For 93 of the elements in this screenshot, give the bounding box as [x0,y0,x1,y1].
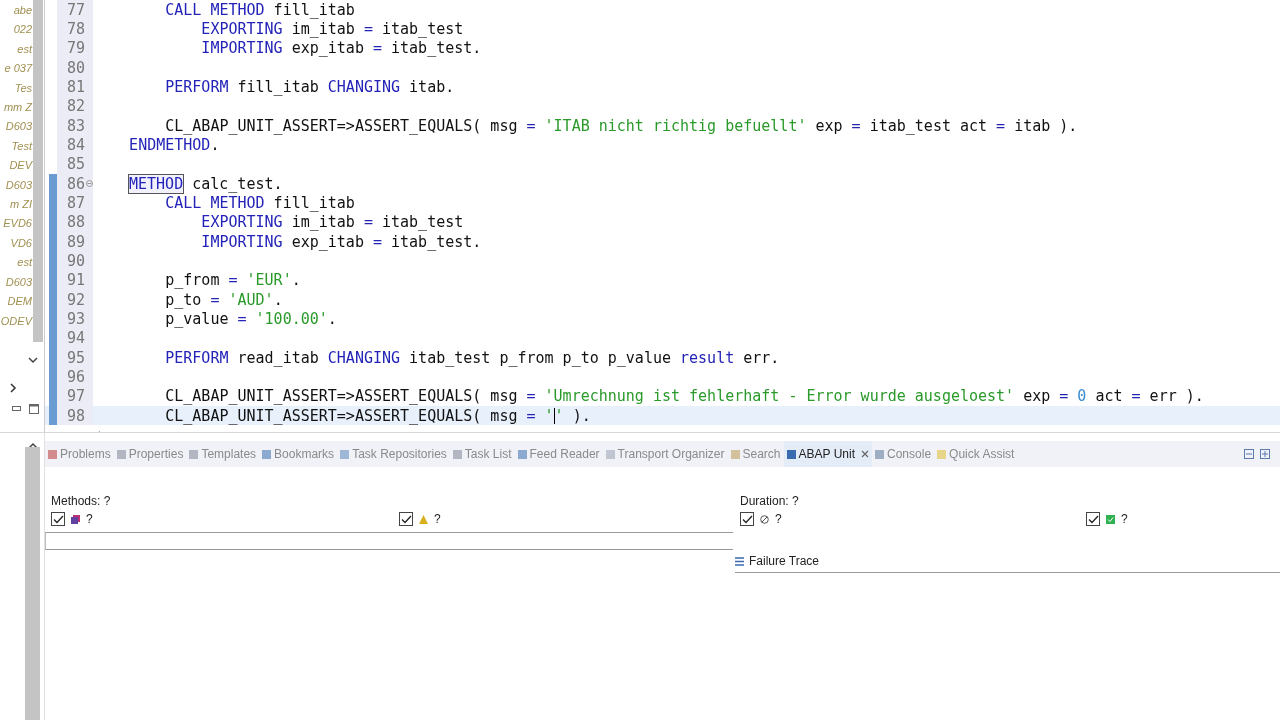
tree-item[interactable]: DEV [9,156,33,176]
line-number: 96 [66,367,85,386]
error-icon [71,514,80,524]
tree-item[interactable]: 022 [13,20,33,40]
count-text: ? [86,512,93,526]
warning-icon [419,514,428,524]
line-number: 89 [66,232,85,251]
chevron-down-icon[interactable] [28,356,38,364]
count-text: ? [775,512,782,526]
checkbox[interactable] [399,512,413,526]
tree-item[interactable]: D603 [5,272,33,293]
code-line: p_to = 'AUD'. [164,290,283,309]
view-tab[interactable]: Feed Reader [514,441,603,467]
view-tab[interactable]: Console [872,441,935,467]
maximize-icon[interactable] [1260,449,1270,459]
tree-item[interactable]: DEM [7,292,33,312]
code-line: ENDMETHOD. [128,135,220,154]
code-line: EXPORTING im_itab = itab_test [200,213,464,232]
line-number: 82 [66,97,85,116]
code-line: IMPORTING exp_itab = itab_test. [200,39,482,58]
line-number: 79 [66,39,85,58]
view-tab[interactable]: Transport Organizer [602,441,728,467]
line-number: 87 [66,193,85,212]
line-number: 80 [66,58,85,77]
checkbox[interactable] [1086,512,1100,526]
line-number: 98 [66,406,85,425]
view-tab[interactable]: Properties [113,441,187,467]
line-number: 91 [66,271,85,290]
line-number: 97 [66,387,85,406]
line-number: 83 [66,116,85,135]
line-number: 93 [66,309,85,328]
line-number: 86 [66,174,85,193]
code-line: IMPORTING exp_itab = itab_test. [200,232,482,251]
line-number: 90 [66,251,85,270]
code-line: CL_ABAP_UNIT_ASSERT=>ASSERT_EQUALS( msg = '' ). [164,406,591,425]
code-line: PERFORM fill_itab CHANGING itab. [164,77,455,96]
minimize-icon[interactable] [1244,449,1254,459]
checkbox[interactable] [740,512,754,526]
chevron-right-icon[interactable] [10,383,17,393]
code-line: METHOD calc_test. [128,174,283,193]
line-number: 95 [66,348,85,367]
view-tab[interactable]: Templates [186,441,260,467]
close-icon[interactable] [861,450,870,458]
code-line: EXPORTING im_itab = itab_test [200,20,464,38]
tree-item[interactable]: m ZI [10,195,33,215]
blocked-icon [760,514,769,524]
code-line: CL_ABAP_UNIT_ASSERT=>ASSERT_EQUALS( msg = 'Umrechnung ist fehlerhaft - Error wurde ausgeloest' exp = 0 act = err ). [164,387,1204,406]
methods-label: Methods: ? [51,494,112,508]
tree-item[interactable]: EVD6 [3,214,33,234]
tree-item[interactable]: ODEV [0,311,33,331]
count-text: ? [434,512,441,526]
line-number: 92 [66,290,85,309]
tree-item[interactable]: Test [11,136,33,157]
code-line: CL_ABAP_UNIT_ASSERT=>ASSERT_EQUALS( msg = 'ITAB nicht richtig befuellt' exp = itab_test act = itab ). [164,116,1078,135]
view-tab[interactable]: Bookmarks [259,441,338,467]
view-tab[interactable]: ABAP Unit [783,441,873,467]
scrollbar[interactable] [25,447,40,720]
tree-item[interactable]: D603 [5,117,33,137]
view-tab[interactable]: Problems [45,441,114,467]
tree-item[interactable]: e 037 [4,59,33,79]
code-line: PERFORM read_itab CHANGING itab_test p_from p_to p_value result err. [164,348,780,367]
view-tab[interactable]: Search [727,441,784,467]
code-line: CALL METHOD fill_itab [164,0,355,19]
line-number: 94 [66,329,85,348]
duration-label: Duration: ? [740,494,800,508]
view-tab[interactable]: Task List [449,441,515,467]
tree-item[interactable]: mm Z [3,98,33,118]
code-line: p_value = '100.00'. [164,309,337,328]
view-tab[interactable]: Quick Assist [934,441,1018,467]
line-number: 81 [66,77,85,96]
scrollbar[interactable] [33,0,43,342]
minimize-icon[interactable] [12,406,21,412]
code-line: CALL METHOD fill_itab [164,193,355,212]
view-tab[interactable]: Task Repositories [337,441,450,467]
failure-trace-title: Failure Trace [749,554,820,568]
success-icon [1106,514,1115,524]
tree-item[interactable]: VD6 [10,233,33,254]
code-line: p_from = 'EUR'. [164,271,301,290]
tree-item[interactable]: abe [13,1,33,21]
maximize-icon[interactable] [29,404,39,414]
tree-item[interactable]: Tes [14,78,33,99]
list-icon [735,556,744,566]
chevron-up-icon[interactable] [28,442,38,449]
line-number: 77 [66,0,85,19]
line-number: 84 [66,135,85,154]
checkbox[interactable] [51,512,65,526]
line-number: 88 [66,213,85,232]
line-number: 78 [66,20,85,38]
count-text: ? [1121,512,1128,526]
line-number: 85 [66,155,85,174]
tree-item[interactable]: est [17,39,33,60]
tree-item[interactable]: D603 [5,175,33,196]
tree-item[interactable]: est [17,253,33,273]
